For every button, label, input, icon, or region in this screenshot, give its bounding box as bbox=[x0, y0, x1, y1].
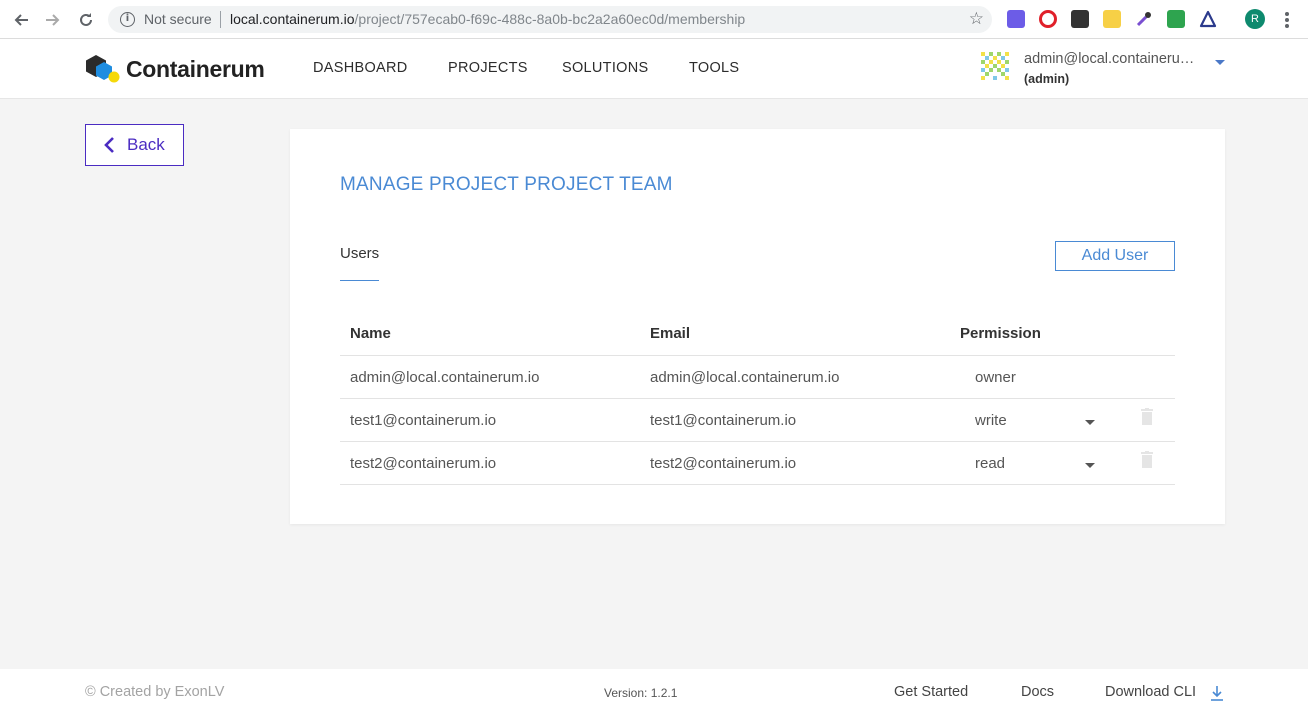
member-name: admin@local.containerum.io bbox=[350, 369, 540, 386]
copyright: © Created by ExonLV bbox=[85, 684, 225, 700]
chevron-down-icon[interactable] bbox=[1085, 420, 1095, 425]
column-header-permission: Permission bbox=[960, 325, 1041, 342]
member-email: test2@containerum.io bbox=[650, 455, 797, 472]
extension-highlighter-icon[interactable] bbox=[1103, 10, 1121, 28]
profile-avatar[interactable]: R bbox=[1245, 9, 1265, 29]
url-text[interactable]: local.containerum.io/project/757ecab0-f6… bbox=[230, 11, 745, 27]
nav-solutions[interactable]: SOLUTIONS bbox=[562, 60, 649, 76]
chevron-left-icon bbox=[104, 137, 114, 153]
url-host: local.containerum.io bbox=[230, 11, 355, 27]
extension-eyedropper-icon[interactable] bbox=[1135, 10, 1153, 28]
member-permission: owner bbox=[975, 369, 1016, 386]
trash-icon[interactable] bbox=[1141, 408, 1153, 425]
info-icon[interactable]: i bbox=[120, 12, 135, 27]
member-name: test2@containerum.io bbox=[350, 455, 497, 472]
member-name: test1@containerum.io bbox=[350, 412, 497, 429]
user-role: (admin) bbox=[1024, 72, 1070, 86]
extension-opera-icon[interactable] bbox=[1039, 10, 1057, 28]
extension-k-icon[interactable] bbox=[1167, 10, 1185, 28]
tab-users[interactable]: Users bbox=[340, 245, 379, 262]
permission-select[interactable]: write bbox=[975, 412, 1007, 429]
row-divider bbox=[340, 398, 1175, 399]
footer: © Created by ExonLV Version: 1.2.1 Get S… bbox=[0, 669, 1308, 713]
reload-icon[interactable] bbox=[74, 8, 98, 32]
user-avatar[interactable] bbox=[981, 52, 1009, 80]
extension-selenium-icon[interactable] bbox=[1071, 10, 1089, 28]
nav-projects[interactable]: PROJECTS bbox=[448, 60, 528, 76]
address-bar[interactable]: i Not secure local.containerum.io/projec… bbox=[108, 6, 992, 33]
footer-link-docs[interactable]: Docs bbox=[1021, 684, 1054, 700]
column-header-email: Email bbox=[650, 325, 691, 342]
member-email: admin@local.containerum.io bbox=[650, 369, 840, 386]
forward-arrow-icon[interactable] bbox=[41, 8, 65, 32]
nav-dashboard[interactable]: DASHBOARD bbox=[313, 60, 408, 76]
back-arrow-icon[interactable] bbox=[9, 8, 33, 32]
header-divider bbox=[340, 355, 1175, 356]
page-title: MANAGE PROJECT PROJECT TEAM bbox=[340, 174, 673, 195]
version-label: Version: 1.2.1 bbox=[604, 686, 678, 700]
user-menu-caret-icon[interactable] bbox=[1215, 60, 1225, 65]
not-secure-label: Not secure bbox=[144, 11, 212, 27]
url-path: /project/757ecab0-f69c-488c-8a0b-bc2a2a6… bbox=[354, 11, 746, 27]
team-card: MANAGE PROJECT PROJECT TEAM Users Add Us… bbox=[290, 129, 1225, 524]
back-button-label: Back bbox=[127, 135, 165, 154]
nav-tools[interactable]: TOOLS bbox=[689, 60, 739, 76]
member-email: test1@containerum.io bbox=[650, 412, 797, 429]
chevron-down-icon[interactable] bbox=[1085, 463, 1095, 468]
user-email[interactable]: admin@local.containerum.io bbox=[1024, 51, 1202, 67]
trash-icon[interactable] bbox=[1141, 451, 1153, 468]
tab-active-indicator bbox=[340, 280, 379, 281]
download-icon[interactable] bbox=[1210, 685, 1224, 701]
column-header-name: Name bbox=[350, 325, 391, 342]
browser-toolbar: i Not secure local.containerum.io/projec… bbox=[0, 0, 1308, 39]
brand-logo[interactable]: Containerum bbox=[84, 53, 265, 85]
omnibox-divider bbox=[220, 11, 221, 28]
row-divider bbox=[340, 484, 1175, 485]
add-user-button[interactable]: Add User bbox=[1055, 241, 1175, 271]
browser-menu-icon[interactable] bbox=[1281, 9, 1293, 31]
extension-translate-icon[interactable] bbox=[1007, 10, 1025, 28]
app-header: Containerum DASHBOARD PROJECTS SOLUTIONS… bbox=[0, 39, 1308, 99]
footer-link-get-started[interactable]: Get Started bbox=[894, 684, 968, 700]
footer-link-download-cli[interactable]: Download CLI bbox=[1105, 684, 1196, 700]
brand-name: Containerum bbox=[126, 55, 265, 82]
permission-select[interactable]: read bbox=[975, 455, 1005, 472]
containerum-logo-icon bbox=[86, 55, 120, 83]
back-button[interactable]: Back bbox=[85, 124, 184, 166]
row-divider bbox=[340, 441, 1175, 442]
bookmark-star-icon[interactable]: ☆ bbox=[969, 9, 984, 29]
extension-triangle-icon[interactable] bbox=[1199, 10, 1217, 28]
